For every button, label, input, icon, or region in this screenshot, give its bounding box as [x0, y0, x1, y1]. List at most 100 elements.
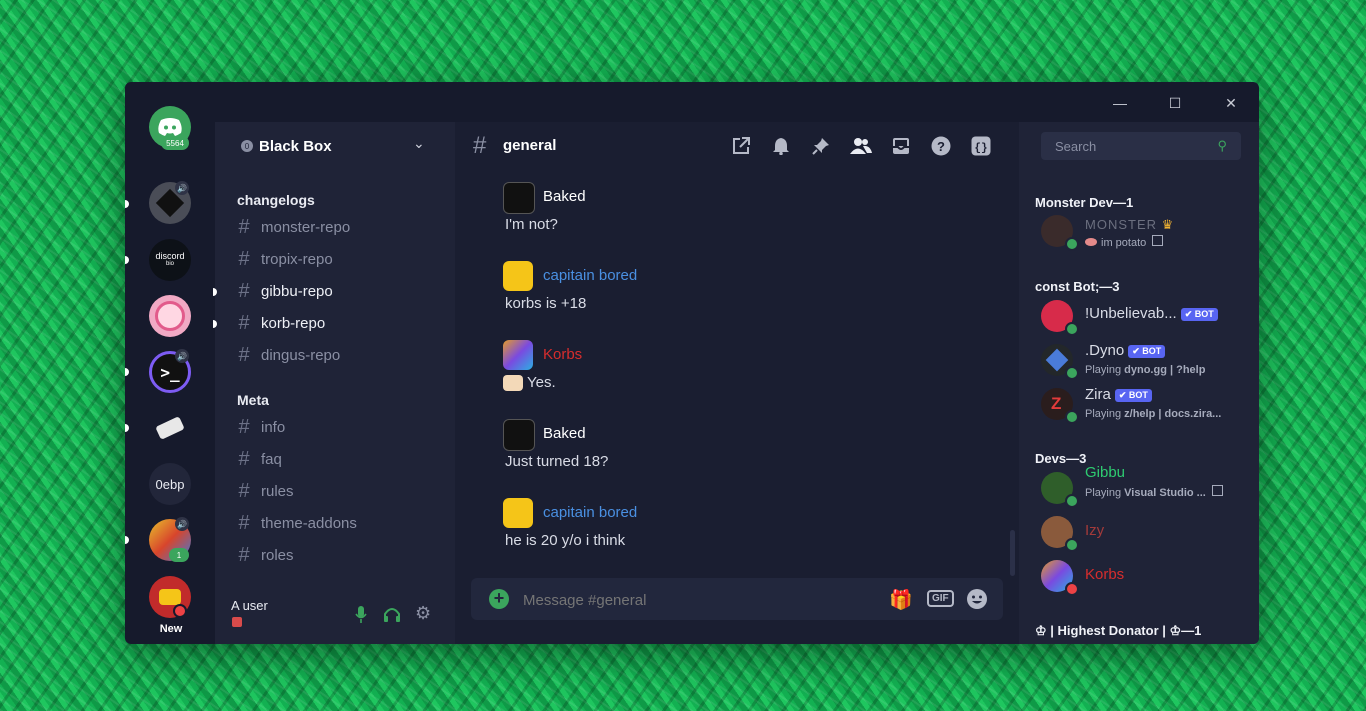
message-author[interactable]: Korbs [543, 346, 582, 363]
member-item[interactable]: Gibbu Playing Visual Studio ... [1039, 464, 1239, 508]
member-activity: im potato [1085, 235, 1164, 249]
activity-name: Visual Studio ... [1124, 487, 1206, 499]
hashtag-icon: # [473, 132, 487, 159]
member-name: Izy [1085, 522, 1105, 539]
channel-gibbu-repo[interactable]: # gibbu-repo [235, 279, 333, 303]
dnd-status-icon [1065, 582, 1079, 596]
code-braces-icon[interactable]: {} [970, 135, 992, 157]
bell-icon[interactable] [770, 135, 792, 157]
channel-roles[interactable]: # roles [235, 543, 294, 567]
avatar[interactable] [503, 498, 533, 528]
avatar[interactable] [503, 340, 533, 370]
member-item[interactable]: Izy [1039, 512, 1239, 552]
member-group-header: ♔ | Highest Donator | ♔—1 [1035, 623, 1202, 638]
channel-korb-repo[interactable]: # korb-repo [235, 311, 325, 335]
home-notification-badge: 5564 [161, 136, 189, 150]
voice-speaker-icon: 🔊 [175, 181, 189, 195]
channel-tropix-repo[interactable]: # tropix-repo [235, 247, 333, 271]
channel-info[interactable]: # info [235, 415, 285, 439]
channel-dingus-repo[interactable]: # dingus-repo [235, 343, 340, 367]
avatar[interactable] [503, 182, 535, 214]
external-link-icon[interactable] [730, 135, 752, 157]
server-icon-anime[interactable] [149, 295, 191, 337]
member-item[interactable]: !Unbelievab... ✔ BOT [1039, 296, 1239, 336]
bored-face-icon [159, 589, 181, 605]
pin-icon[interactable] [810, 135, 832, 157]
category-changelogs[interactable]: changelogs [237, 192, 315, 208]
search-icon: ⚲ [1217, 138, 1227, 153]
search-box[interactable]: Search ⚲ [1041, 132, 1241, 160]
hashtag-icon: # [238, 415, 250, 438]
salt-shaker-icon [155, 416, 185, 440]
user-name[interactable]: A user [231, 598, 268, 613]
channel-label: gibbu-repo [261, 282, 333, 300]
channel-faq[interactable]: # faq [235, 447, 282, 471]
category-meta[interactable]: Meta [237, 392, 269, 408]
member-activity: Playing z/help | docs.zira... [1085, 408, 1221, 420]
channel-label: dingus-repo [261, 346, 341, 364]
server-name: Black Box [259, 138, 332, 155]
add-attachment-icon[interactable]: + [489, 589, 509, 609]
bot-tag: ✔ BOT [1180, 307, 1218, 321]
avatar[interactable] [503, 419, 535, 451]
message-text: he is 20 y/o i think [505, 532, 626, 549]
close-button[interactable]: ✕ [1220, 92, 1242, 114]
gift-icon[interactable]: 🎁 [889, 588, 913, 612]
channel-title: general [503, 137, 557, 154]
user-status-emoji-icon [232, 617, 242, 627]
server-icon-text: discord [155, 251, 185, 261]
channel-monster-repo[interactable]: # monster-repo [235, 215, 350, 239]
voice-speaker-icon: 🔊 [175, 349, 189, 363]
online-status-icon [1065, 538, 1079, 552]
channel-label: tropix-repo [261, 250, 333, 268]
discord-logo-icon [158, 118, 182, 136]
online-status-icon [1065, 237, 1079, 251]
channel-label: theme-addons [261, 514, 357, 532]
maximize-button[interactable]: ☐ [1164, 92, 1186, 114]
channel-label: roles [261, 546, 294, 564]
message-author[interactable]: capitain bored [543, 267, 637, 284]
minimize-button[interactable]: — [1109, 92, 1131, 114]
channel-label: monster-repo [261, 218, 351, 236]
activity-prefix: Playing [1085, 408, 1125, 420]
message-author[interactable]: Baked [543, 188, 586, 205]
message-input[interactable] [521, 587, 865, 613]
hashtag-icon: # [238, 343, 250, 366]
unread-indicator [125, 368, 129, 376]
server-icon-0ebp[interactable]: 0ebp [149, 463, 191, 505]
unread-indicator [213, 288, 217, 296]
member-item[interactable]: .Dyno ✔ BOT Playing dyno.gg | ?help [1039, 340, 1239, 380]
server-icon-discord-bio[interactable]: discord bio [149, 239, 191, 281]
channel-rules[interactable]: # rules [235, 479, 293, 503]
server-header[interactable]: 0 Black Box ⌄ [215, 122, 455, 170]
rich-presence-icon [1211, 485, 1223, 496]
member-name: MONSTER ♛ [1085, 217, 1174, 233]
hashtag-icon: # [238, 215, 250, 238]
unread-indicator [125, 256, 129, 264]
server-icon-salt[interactable] [149, 407, 191, 449]
help-icon[interactable]: ? [930, 135, 952, 157]
member-name: !Unbelievab... ✔ BOT [1085, 305, 1218, 322]
message-author[interactable]: Baked [543, 425, 586, 442]
message-text: korbs is +18 [505, 295, 587, 312]
custom-emoji-icon [503, 375, 523, 392]
hashtag-icon: # [238, 479, 250, 502]
gif-button[interactable]: GIF [927, 590, 954, 607]
gear-icon[interactable]: ⚙ [415, 603, 431, 624]
emoji-picker-icon[interactable] [966, 588, 988, 610]
member-item[interactable]: Z Zira ✔ BOT Playing z/help | docs.zira..… [1039, 384, 1239, 424]
member-item[interactable]: MONSTER ♛ im potato [1039, 211, 1239, 251]
avatar[interactable] [503, 261, 533, 291]
channel-theme-addons[interactable]: # theme-addons [235, 511, 357, 535]
member-item[interactable]: Korbs [1039, 556, 1239, 596]
inbox-icon[interactable] [890, 135, 912, 157]
headphones-icon[interactable] [383, 606, 401, 622]
svg-text:{}: {} [974, 143, 987, 155]
chat-scrollbar[interactable] [1010, 530, 1015, 576]
channel-label: faq [261, 450, 282, 468]
message-author[interactable]: capitain bored [543, 504, 637, 521]
members-icon[interactable] [850, 135, 872, 157]
member-activity: Playing dyno.gg | ?help [1085, 364, 1205, 376]
microphone-icon[interactable] [355, 606, 367, 624]
activity-prefix: Playing [1085, 364, 1125, 376]
